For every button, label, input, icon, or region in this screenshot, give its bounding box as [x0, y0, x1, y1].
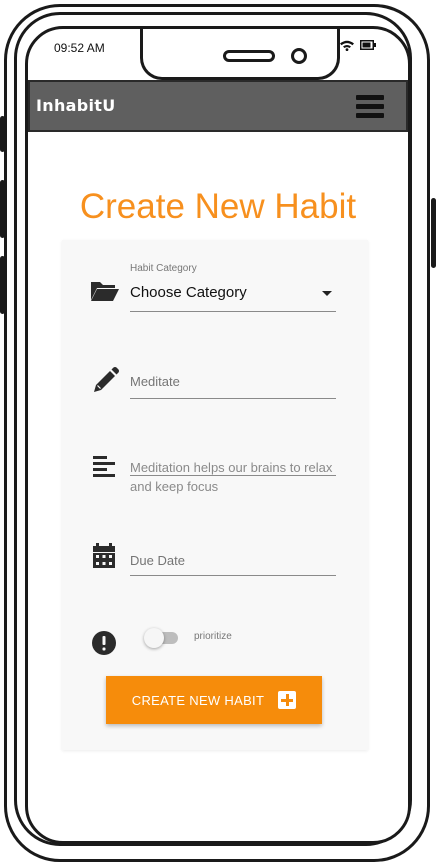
category-select[interactable]: Choose Category	[130, 284, 247, 301]
front-camera	[291, 48, 307, 64]
hamburger-menu-icon[interactable]	[356, 95, 384, 119]
exclamation-circle-icon	[92, 631, 116, 655]
phone-notch	[140, 29, 340, 80]
create-habit-button-label: CREATE NEW HABIT	[131, 692, 265, 708]
calendar-icon	[93, 543, 115, 568]
category-label: Habit Category	[130, 263, 197, 274]
phone-side-button	[0, 116, 5, 152]
due-date-input[interactable]	[130, 553, 336, 568]
toggle-thumb[interactable]	[144, 628, 164, 648]
phone-screen: 09:52 AM InhabitU Create New Habit Habit…	[25, 26, 411, 844]
description-textarea[interactable]: Meditation helps our brains to relax and…	[130, 458, 336, 496]
status-time: 09:52 AM	[54, 41, 105, 55]
description-underline	[130, 475, 336, 476]
plus-box-icon	[278, 691, 297, 709]
description-field[interactable]: Meditation helps our brains to relax and…	[62, 450, 368, 500]
category-underline	[130, 311, 336, 312]
wifi-icon	[340, 40, 354, 51]
create-habit-button[interactable]: CREATE NEW HABIT	[106, 676, 322, 724]
prioritize-toggle[interactable]	[144, 628, 178, 648]
prioritize-field: prioritize	[62, 626, 368, 660]
app-title: InhabitU	[36, 96, 116, 115]
create-habit-form: Habit Category Choose Category Meditate …	[62, 240, 368, 750]
phone-side-button	[0, 180, 5, 238]
habit-name-input[interactable]	[130, 374, 336, 389]
habit-name-underline	[130, 398, 336, 399]
notes-icon	[93, 456, 115, 477]
prioritize-label: prioritize	[194, 631, 232, 642]
folder-open-icon	[91, 282, 119, 301]
app-bar: InhabitU	[28, 80, 408, 132]
speaker-grille	[223, 50, 275, 62]
category-field[interactable]: Habit Category Choose Category	[62, 240, 368, 314]
battery-icon	[360, 40, 376, 50]
page-title: Create New Habit	[79, 187, 357, 226]
due-date-field[interactable]	[62, 540, 368, 580]
pencil-icon	[94, 367, 119, 392]
phone-side-button	[0, 256, 5, 314]
chevron-down-icon[interactable]	[322, 291, 332, 296]
habit-name-field[interactable]	[62, 360, 368, 400]
phone-side-button	[431, 198, 436, 268]
due-date-underline	[130, 575, 336, 576]
